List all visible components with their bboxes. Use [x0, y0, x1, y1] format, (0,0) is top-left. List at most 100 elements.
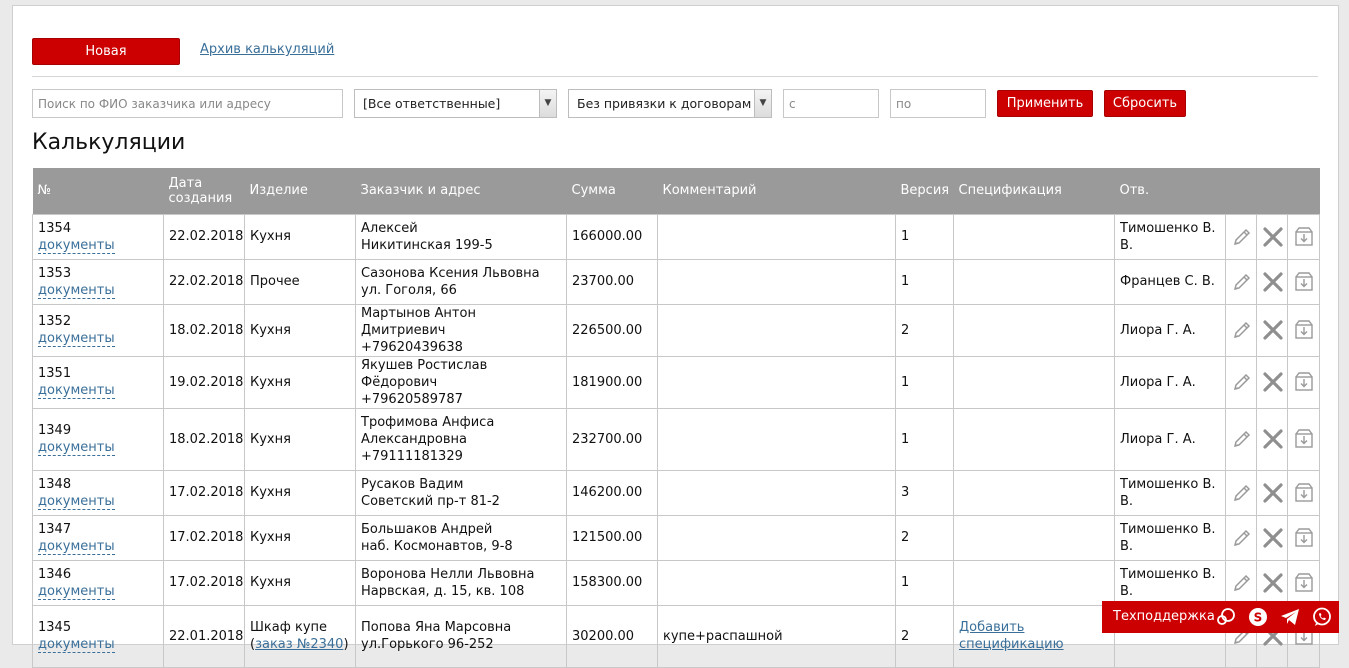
cell-customer: Русаков Вадим Советский пр-т 81-2 [355, 469, 567, 516]
header-comment[interactable]: Комментарий [657, 168, 896, 214]
order-link[interactable]: заказ №2340 [255, 637, 343, 652]
reset-button[interactable]: Сбросить [1104, 90, 1186, 117]
cell-sum: 181900.00 [566, 355, 658, 409]
documents-link[interactable]: документы [38, 637, 115, 653]
cell-comment [657, 407, 896, 471]
close-icon[interactable] [1262, 428, 1284, 450]
archive-box-icon[interactable] [1293, 572, 1315, 594]
documents-link[interactable]: документы [38, 282, 115, 299]
header-sum[interactable]: Сумма [566, 168, 658, 214]
pencil-icon[interactable] [1231, 319, 1253, 341]
table-row[interactable]: 1352 документы 18.02.2018 Кухня Мартынов Ант… [32, 303, 1320, 357]
customer-name: Русаков Вадим [361, 476, 464, 492]
cell-resp: Тимошенко В. В. [1114, 514, 1226, 561]
header-version[interactable]: Версия [895, 168, 954, 214]
edit-cell [1225, 514, 1257, 561]
cell-comment [657, 213, 896, 260]
table-row[interactable]: 1349 документы 18.02.2018 Кухня Трофимова Ан… [32, 407, 1320, 471]
cell-product: Кухня [244, 303, 356, 357]
pencil-icon[interactable] [1231, 572, 1253, 594]
table-row[interactable]: 1354 документы 22.02.2018 Кухня Алексей Никит… [32, 213, 1320, 260]
chat-bubble-icon[interactable] [1215, 606, 1237, 628]
cell-spec [953, 469, 1115, 516]
cell-sum: 166000.00 [566, 213, 658, 260]
cell-customer: Трофимова Анфиса Александровна +791111813… [355, 407, 567, 471]
archive-cell [1287, 514, 1320, 561]
table-row[interactable]: 1351 документы 19.02.2018 Кухня Якушев Рости… [32, 355, 1320, 409]
contract-select[interactable]: Без привязки к договорам ▼ [568, 89, 772, 118]
close-icon[interactable] [1262, 319, 1284, 341]
close-icon[interactable] [1262, 226, 1284, 248]
date-from-input[interactable] [783, 89, 879, 118]
header-product[interactable]: Изделие [244, 168, 356, 214]
archive-link[interactable]: Архив калькуляций [200, 42, 334, 57]
close-icon[interactable] [1262, 371, 1284, 393]
delete-cell [1256, 213, 1288, 260]
header-spec[interactable]: Спецификация [953, 168, 1115, 214]
customer-name: Сазонова Ксения Львовна [361, 265, 540, 281]
table-row[interactable]: 1353 документы 22.02.2018 Прочее Сазонова Кс… [32, 258, 1320, 305]
archive-box-icon[interactable] [1293, 226, 1315, 248]
new-calculation-button[interactable]: Новая калькуляция [32, 38, 180, 84]
cell-version: 1 [895, 213, 954, 260]
close-icon[interactable] [1262, 572, 1284, 594]
header-customer[interactable]: Заказчик и адрес [355, 168, 567, 214]
archive-box-icon[interactable] [1293, 482, 1315, 504]
pencil-icon[interactable] [1231, 226, 1253, 248]
customer-address: +79620439638 [361, 339, 463, 355]
close-icon[interactable] [1262, 527, 1284, 549]
cell-comment [657, 559, 896, 606]
responsible-select[interactable]: [Все ответственные] ▼ [354, 89, 557, 118]
apply-button[interactable]: Применить [997, 90, 1093, 117]
telegram-icon[interactable] [1279, 606, 1301, 628]
header-date[interactable]: Дата создания [163, 168, 245, 214]
table-header-row: № Дата создания Изделие Заказчик и адрес… [32, 168, 1320, 214]
documents-link[interactable]: документы [38, 583, 115, 600]
table-row[interactable]: 1346 документы 17.02.2018 Кухня Воронова Нел… [32, 559, 1320, 606]
documents-link[interactable]: документы [38, 331, 115, 347]
documents-link[interactable]: документы [38, 493, 115, 510]
customer-name: Большаков Андрей [361, 521, 493, 537]
documents-link[interactable]: документы [38, 383, 115, 399]
archive-cell [1287, 355, 1320, 409]
documents-link[interactable]: документы [38, 237, 115, 254]
archive-box-icon[interactable] [1293, 319, 1315, 341]
add-specification-link[interactable]: Добавить спецификацию [959, 620, 1064, 652]
archive-box-icon[interactable] [1293, 428, 1315, 450]
cell-sum: 146200.00 [566, 469, 658, 516]
cell-num: 1345 документы [32, 604, 164, 668]
header-resp[interactable]: Отв. [1114, 168, 1226, 214]
cell-customer: Якушев Ростислав Фёдорович +79620589787 [355, 355, 567, 409]
whatsapp-icon[interactable] [1311, 606, 1333, 628]
search-input[interactable] [32, 89, 343, 118]
cell-customer: Большаков Андрей наб. Космонавтов, 9-8 [355, 514, 567, 561]
archive-cell [1287, 213, 1320, 260]
close-icon[interactable] [1262, 271, 1284, 293]
customer-name: Воронова Нелли Львовна [361, 566, 535, 582]
archive-box-icon[interactable] [1293, 527, 1315, 549]
documents-link[interactable]: документы [38, 440, 115, 456]
table-row[interactable]: 1348 документы 17.02.2018 Кухня Русаков Вади… [32, 469, 1320, 516]
skype-icon[interactable]: S [1247, 606, 1269, 628]
cell-version: 2 [895, 514, 954, 561]
pencil-icon[interactable] [1231, 482, 1253, 504]
edit-cell [1225, 559, 1257, 606]
pencil-icon[interactable] [1231, 428, 1253, 450]
archive-box-icon[interactable] [1293, 271, 1315, 293]
table-row[interactable]: 1347 документы 17.02.2018 Кухня Большаков Ан… [32, 514, 1320, 561]
pencil-icon[interactable] [1231, 271, 1253, 293]
archive-cell [1287, 303, 1320, 357]
cell-spec [953, 514, 1115, 561]
archive-box-icon[interactable] [1293, 371, 1315, 393]
pencil-icon[interactable] [1231, 527, 1253, 549]
pencil-icon[interactable] [1231, 371, 1253, 393]
header-num[interactable]: № [32, 168, 164, 214]
cell-num: 1346 документы [32, 559, 164, 606]
support-widget[interactable]: Техподдержка S [1102, 601, 1339, 633]
close-icon[interactable] [1262, 482, 1284, 504]
date-to-input[interactable] [890, 89, 986, 118]
row-number: 1352 [38, 314, 72, 329]
cell-customer: Мартынов Антон Дмитриевич +79620439638 [355, 303, 567, 357]
cell-sum: 23700.00 [566, 258, 658, 305]
documents-link[interactable]: документы [38, 538, 115, 555]
